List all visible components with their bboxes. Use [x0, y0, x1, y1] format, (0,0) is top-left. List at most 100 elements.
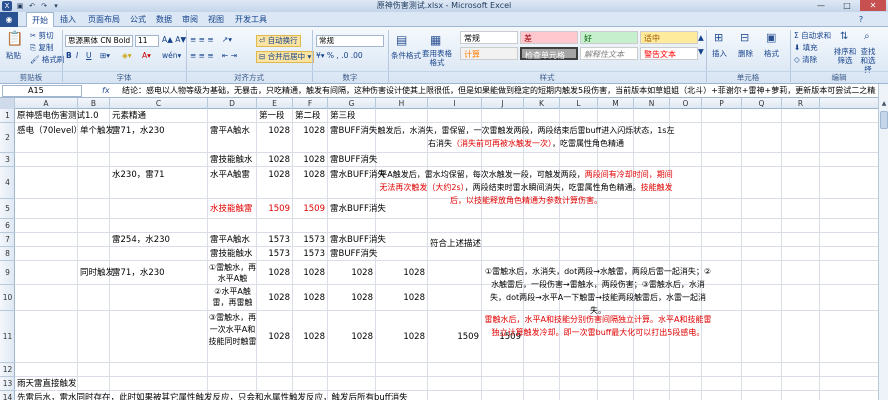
cell[interactable]: 1028	[378, 268, 425, 279]
scroll-thumb[interactable]	[880, 111, 888, 129]
row-header[interactable]: 1	[0, 109, 15, 123]
align-top-icon[interactable]: ≡ ≡ ≡	[190, 35, 214, 45]
row-header[interactable]: 3	[0, 153, 15, 167]
cell[interactable]: 雷BUFF消失	[330, 155, 377, 166]
wrap-text-button[interactable]: ⏎ 自动换行	[256, 35, 301, 47]
cell-style-option[interactable]: 警告文本	[640, 47, 698, 60]
cell[interactable]: 符合上述描述	[430, 239, 481, 250]
cell[interactable]: 1028	[259, 170, 290, 181]
column-header[interactable]: G	[328, 98, 376, 109]
conditional-format-button[interactable]: 条件格式	[390, 51, 422, 60]
cell[interactable]: 1028	[378, 293, 425, 304]
delete-cells-button[interactable]: 删除	[738, 49, 753, 59]
cell-style-option[interactable]: 检查单元格	[520, 47, 578, 60]
note-simultaneous-red[interactable]: 雷触水后，水平A和技能分别伤害间隔独立计算。水平A和技能雷独立计算触发冷却。即一…	[484, 313, 712, 339]
column-header[interactable]: K	[524, 98, 560, 109]
cell[interactable]: 雷71，水230	[112, 126, 165, 137]
copy-button[interactable]: ⎘ 复制	[30, 43, 53, 53]
tab-view[interactable]: 视图	[204, 12, 228, 27]
cell[interactable]: 1028	[259, 293, 290, 304]
currency-icon[interactable]: ¥▾ % , .0 .00	[316, 51, 363, 61]
cell[interactable]: 1028	[295, 293, 325, 304]
conditional-format-icon[interactable]: ▤	[396, 33, 407, 47]
indent-icon[interactable]: ⇤ ⇥	[222, 51, 237, 61]
fill-button[interactable]: ⬇ 填充	[794, 43, 818, 53]
cell[interactable]: 第二段	[295, 111, 321, 122]
cell[interactable]: 单个触发	[80, 126, 114, 137]
fill-color-icon[interactable]: ◈▾	[122, 51, 132, 61]
insert-cells-icon[interactable]: ⊞	[714, 31, 723, 44]
cell[interactable]: 1028	[295, 268, 325, 279]
font-color-icon[interactable]: A▾	[142, 51, 151, 61]
row-header[interactable]: 9	[0, 261, 15, 285]
tab-home[interactable]: 开始	[26, 12, 54, 27]
select-all-corner[interactable]	[0, 98, 15, 109]
number-format-select[interactable]: 常规	[316, 35, 384, 47]
formula-input[interactable]: 结论：感电以人物等级为基础，无暴击，只吃精通，触发有间隔，这种伤害设计使其上限很…	[122, 84, 876, 98]
column-header[interactable]: A	[15, 98, 78, 109]
cell-style-option[interactable]: 适中	[640, 31, 698, 44]
find-select-icon[interactable]: ⌕	[864, 31, 870, 42]
worksheet-grid[interactable]: 原神感电伤害测试1.0 元素精通 第一段 第二段 第三段 感电（70level） 单个触发雷…	[15, 109, 878, 400]
row-header[interactable]: 2	[0, 123, 15, 153]
cell[interactable]: 1573	[295, 249, 325, 260]
column-header[interactable]: M	[598, 98, 634, 109]
column-header[interactable]: P	[702, 98, 742, 109]
orientation-icon[interactable]: ↗▾	[222, 35, 232, 45]
row-header[interactable]: 6	[0, 219, 15, 233]
cell-style-option[interactable]: 常规	[460, 31, 518, 44]
row-header[interactable]: 8	[0, 247, 15, 261]
cell[interactable]: 1028	[295, 170, 325, 181]
cell-style-option[interactable]: 差	[520, 31, 578, 44]
table-format-icon[interactable]: ▦	[430, 33, 441, 47]
cell[interactable]: 1028	[378, 332, 425, 343]
cell-case-2[interactable]: ②水平A触雷，再雷触	[208, 286, 257, 308]
cell[interactable]: 雷技能触水	[210, 155, 253, 166]
cell[interactable]: 1573	[295, 235, 325, 246]
sort-filter-icon[interactable]: ⇅	[840, 31, 848, 42]
format-painter-button[interactable]: 🖌 格式刷	[30, 55, 64, 65]
help-icon[interactable]: ?	[856, 12, 866, 27]
styles-scroll-up-icon[interactable]: ▲	[698, 33, 704, 43]
column-header[interactable]: D	[208, 98, 257, 109]
cell[interactable]: 元素精通	[112, 111, 146, 122]
tab-review[interactable]: 审阅	[178, 12, 202, 27]
column-header[interactable]: F	[293, 98, 328, 109]
cell[interactable]: 雷水BUFF消失	[330, 235, 386, 246]
column-header[interactable]: I	[428, 98, 482, 109]
sort-filter-button[interactable]: 排序和筛选	[832, 47, 858, 65]
underline-button[interactable]: U	[86, 51, 92, 61]
delete-cells-icon[interactable]: ⊟	[740, 31, 749, 44]
column-header[interactable]: R	[782, 98, 820, 109]
table-format-button[interactable]: 套用表格格式	[422, 49, 452, 67]
vertical-scrollbar[interactable]: ▲	[878, 84, 888, 400]
clear-button[interactable]: ◇ 清除	[794, 55, 817, 65]
row-header[interactable]: 14	[0, 391, 15, 400]
column-header[interactable]: N	[634, 98, 670, 109]
cell[interactable]: 雷平A触水	[210, 126, 250, 137]
format-cells-button[interactable]: 格式	[764, 49, 779, 59]
cell[interactable]: 雷254，水230	[112, 235, 170, 246]
cell[interactable]: 第三段	[330, 111, 356, 122]
column-header[interactable]: C	[110, 98, 208, 109]
cell[interactable]: 1028	[330, 293, 373, 304]
column-header[interactable]: H	[376, 98, 428, 109]
cell[interactable]: 水平A触雷	[210, 170, 250, 181]
autosum-button[interactable]: Σ 自动求和	[794, 31, 831, 41]
cell[interactable]: 雷平A触水	[210, 235, 250, 246]
name-box[interactable]: A15	[2, 85, 82, 97]
cell[interactable]: 1028	[259, 155, 290, 166]
cell[interactable]: 先雷后水，雷水同时存在，此时如果被其它属性触发反应，只会和水属性触发反应，触发后…	[17, 393, 408, 400]
cell[interactable]: 雨天雷直接触发	[17, 379, 77, 390]
cell-style-option[interactable]: 计算	[460, 47, 518, 60]
cell[interactable]: 雷BUFF消失	[330, 249, 377, 260]
find-select-button[interactable]: 查找和选择	[858, 47, 878, 74]
font-size-select[interactable]: 11	[135, 35, 159, 47]
cell[interactable]: 水230，雷71	[112, 170, 165, 181]
cell[interactable]: 1028	[259, 268, 290, 279]
cell[interactable]: 雷BUFF消失	[330, 126, 377, 137]
cell[interactable]: 1509	[430, 332, 479, 343]
column-header[interactable]: E	[257, 98, 293, 109]
tab-data[interactable]: 数据	[152, 12, 176, 27]
cell[interactable]: 1028	[295, 126, 325, 137]
